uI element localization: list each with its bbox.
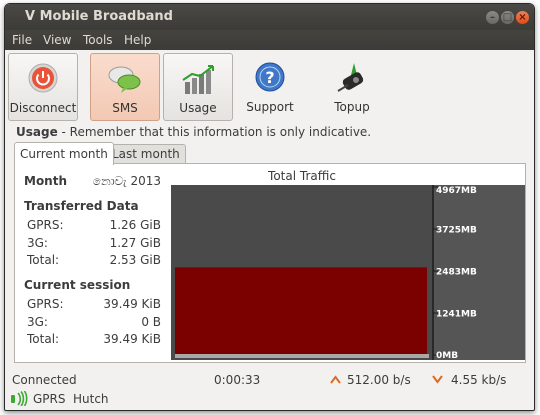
connection-timer: 0:00:33 <box>214 373 261 387</box>
usage-note-text: - Remember that this information is only… <box>57 125 372 139</box>
session-header: Current session <box>24 278 131 292</box>
usage-note-title: Usage <box>16 125 58 139</box>
window-title: V Mobile Broadband <box>25 9 173 24</box>
topup-label: Topup <box>334 100 370 114</box>
maximize-button[interactable]: □ <box>501 11 514 24</box>
session-total-value: 39.49 KiB <box>103 332 161 346</box>
session-total-label: Total: <box>27 332 60 346</box>
chat-bubbles-icon <box>108 66 141 93</box>
chart-title: Total Traffic <box>268 169 336 183</box>
disconnect-label: Disconnect <box>9 101 77 115</box>
stats-column: Month නොවැ 2013 Transferred Data GPRS: 1… <box>15 164 167 362</box>
session-gprs-label: GPRS: <box>27 297 64 311</box>
sms-label: SMS <box>112 101 138 115</box>
usage-panel: Month නොවැ 2013 Transferred Data GPRS: 1… <box>14 163 526 363</box>
transferred-gprs-label: GPRS: <box>27 218 64 232</box>
svg-text:?: ? <box>265 68 274 87</box>
network-technology: GPRS <box>33 392 66 406</box>
month-label: Month <box>24 174 68 188</box>
help-icon: ? <box>255 62 285 92</box>
y-axis-tick-label: 3725MB <box>436 226 477 236</box>
transferred-total-value: 2.53 GiB <box>109 253 161 267</box>
app-window: – □ × V Mobile Broadband File View Tools… <box>4 3 535 411</box>
y-axis-tick-label: 0MB <box>436 351 458 360</box>
bar-chart-icon <box>182 65 214 94</box>
network-bar: GPRS Hutch <box>5 389 534 409</box>
download-arrow-icon <box>432 373 443 387</box>
tab-current-month[interactable]: Current month <box>14 142 114 165</box>
sms-button[interactable]: SMS <box>90 53 160 121</box>
session-gprs-value: 39.49 KiB <box>103 297 161 311</box>
session-3g-value: 0 B <box>141 315 161 329</box>
menu-bar: File View Tools Help <box>5 30 534 50</box>
y-axis-tick-label: 4967MB <box>436 186 477 196</box>
topup-card-icon <box>337 63 364 92</box>
upload-arrow-icon <box>330 373 341 387</box>
close-button[interactable]: × <box>516 11 529 24</box>
session-3g-label: 3G: <box>27 315 48 329</box>
transferred-3g-value: 1.27 GiB <box>109 236 161 250</box>
usage-button[interactable]: Usage <box>163 53 233 121</box>
toolbar: Disconnect SMS Usage ? Support Topup <box>5 50 534 122</box>
transferred-gprs-value: 1.26 GiB <box>109 218 161 232</box>
menu-file[interactable]: File <box>12 33 32 47</box>
traffic-chart: Total Traffic 0MB 1241MB 2483MB 3725MB 4967M… <box>171 164 525 362</box>
minimize-button[interactable]: – <box>486 11 499 24</box>
month-value: නොවැ 2013 <box>92 174 161 188</box>
download-speed: 4.55 kb/s <box>451 373 507 387</box>
upload-speed: 512.00 b/s <box>347 373 411 387</box>
traffic-bar <box>175 267 427 355</box>
usage-note: Usage - Remember that this information i… <box>16 125 371 139</box>
y-axis-tick-label: 1241MB <box>436 310 477 320</box>
chart-baseline <box>175 354 429 358</box>
connection-status: Connected <box>12 373 77 387</box>
transferred-total-label: Total: <box>27 253 60 267</box>
menu-help[interactable]: Help <box>124 33 151 47</box>
support-button[interactable]: ? Support <box>236 53 304 119</box>
title-bar[interactable]: – □ × V Mobile Broadband <box>5 4 534 30</box>
support-label: Support <box>246 100 294 114</box>
tab-bar: Current month Last month <box>14 142 524 165</box>
usage-label: Usage <box>179 101 217 115</box>
menu-view[interactable]: View <box>43 33 71 47</box>
signal-strength-icon <box>10 390 30 409</box>
traffic-chart-canvas: 0MB 1241MB 2483MB 3725MB 4967MB <box>171 185 525 360</box>
power-icon <box>28 63 58 93</box>
y-axis-tick-label: 2483MB <box>436 268 477 278</box>
tab-last-month[interactable]: Last month <box>106 144 186 164</box>
menu-tools[interactable]: Tools <box>83 33 113 47</box>
network-operator: Hutch <box>73 392 109 406</box>
transferred-header: Transferred Data <box>24 199 139 213</box>
topup-button[interactable]: Topup <box>318 53 386 119</box>
transferred-3g-label: 3G: <box>27 236 48 250</box>
status-bar: Connected 0:00:33 512.00 b/s 4.55 kb/s <box>5 370 534 390</box>
disconnect-button[interactable]: Disconnect <box>8 53 78 121</box>
